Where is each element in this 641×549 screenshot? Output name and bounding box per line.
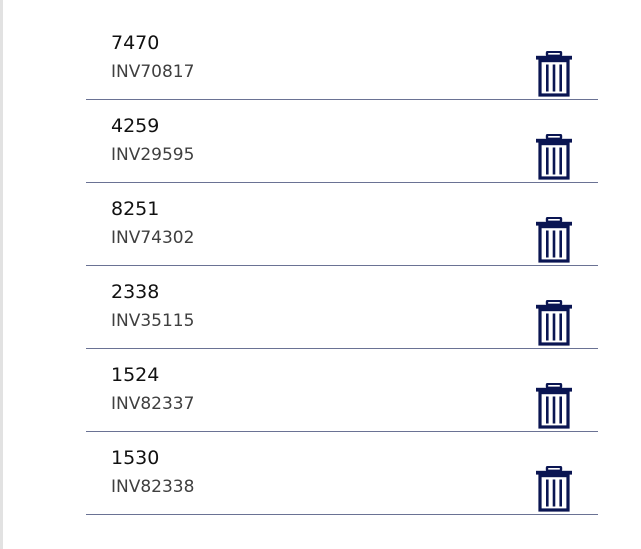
delete-button[interactable] [534, 51, 574, 97]
gallery-row[interactable]: 1530 INV82338 [86, 432, 598, 515]
item-number: 4259 [111, 115, 160, 137]
app-screen: 7470 INV70817 4259 INV29595 8251 INV7430… [0, 0, 641, 549]
gallery-row[interactable]: 1524 INV82337 [86, 349, 598, 432]
trash-icon [536, 300, 572, 346]
invoice-id: INV29595 [111, 145, 195, 165]
trash-icon [536, 134, 572, 180]
trash-icon [536, 466, 572, 512]
trash-icon [536, 383, 572, 429]
gallery-row[interactable]: 7470 INV70817 [86, 17, 598, 100]
gallery-row[interactable]: 8251 INV74302 [86, 183, 598, 266]
item-number: 7470 [111, 32, 160, 54]
invoice-id: INV74302 [111, 228, 195, 248]
item-number: 1530 [111, 447, 160, 469]
item-number: 2338 [111, 281, 160, 303]
invoice-gallery: 7470 INV70817 4259 INV29595 8251 INV7430… [86, 17, 598, 515]
delete-button[interactable] [534, 383, 574, 429]
delete-button[interactable] [534, 466, 574, 512]
item-number: 8251 [111, 198, 160, 220]
gallery-row[interactable]: 2338 INV35115 [86, 266, 598, 349]
invoice-id: INV82338 [111, 477, 195, 497]
trash-icon [536, 217, 572, 263]
gallery-row[interactable]: 4259 INV29595 [86, 100, 598, 183]
invoice-id: INV70817 [111, 62, 195, 82]
delete-button[interactable] [534, 300, 574, 346]
item-number: 1524 [111, 364, 160, 386]
trash-icon [536, 51, 572, 97]
delete-button[interactable] [534, 217, 574, 263]
left-border [0, 0, 3, 549]
invoice-id: INV82337 [111, 394, 195, 414]
delete-button[interactable] [534, 134, 574, 180]
invoice-id: INV35115 [111, 311, 195, 331]
